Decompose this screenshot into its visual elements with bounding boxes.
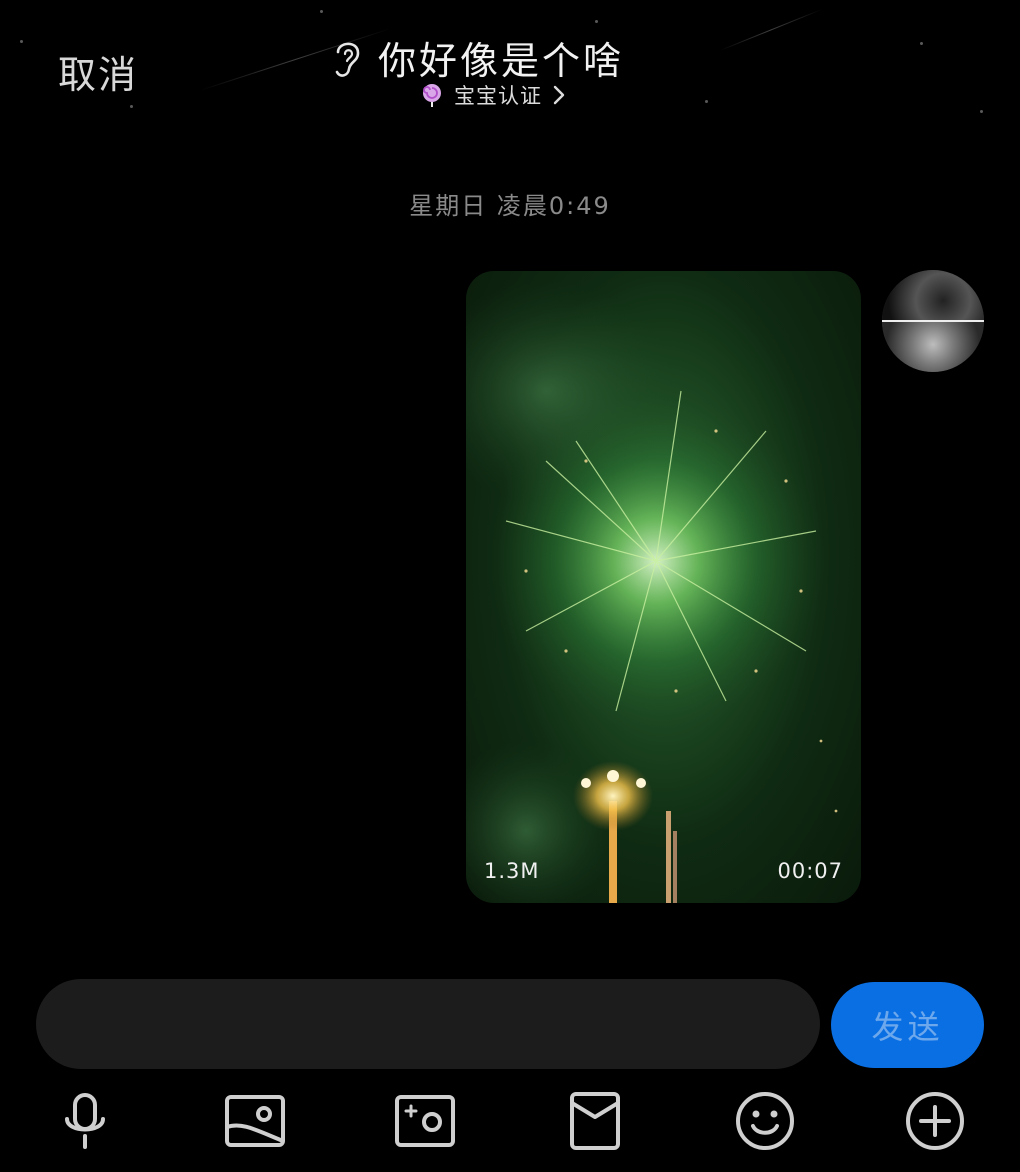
background-star — [20, 40, 23, 43]
avatar-image-bottom — [882, 322, 984, 372]
chat-title: 你好像是个啥 — [378, 39, 625, 83]
certification-link[interactable]: 宝宝认证 — [420, 80, 566, 110]
video-duration: 00:07 — [777, 859, 843, 883]
background-star — [595, 20, 598, 23]
message-input[interactable] — [36, 979, 820, 1069]
plus-icon[interactable] — [902, 1088, 968, 1154]
image-icon[interactable] — [222, 1088, 288, 1154]
background-star — [980, 110, 983, 113]
message-timestamp: 星期日 凌晨0:49 — [409, 192, 611, 220]
chat-title-group: 你好像是个啥 — [330, 30, 624, 85]
chat-screen: 取消 你好像是个啥 宝宝认证 星期日 凌晨0:49 1.3M 00:07 发送 — [0, 0, 1020, 1172]
lollipop-icon — [420, 83, 444, 107]
cancel-button[interactable]: 取消 — [58, 44, 138, 99]
ear-icon[interactable] — [330, 36, 364, 80]
background-star — [130, 105, 133, 108]
background-streak — [719, 8, 823, 51]
background-star — [320, 10, 323, 13]
video-message[interactable]: 1.3M 00:07 — [466, 271, 861, 903]
avatar-image-top — [882, 270, 984, 321]
background-star — [920, 42, 923, 45]
background-star — [705, 100, 708, 103]
microphone-icon[interactable] — [52, 1088, 118, 1154]
avatar[interactable] — [882, 270, 984, 372]
red-packet-icon[interactable] — [562, 1088, 628, 1154]
send-button[interactable]: 发送 — [831, 982, 984, 1068]
video-size: 1.3M — [484, 859, 540, 883]
emoji-icon[interactable] — [732, 1088, 798, 1154]
camera-icon[interactable] — [392, 1088, 458, 1154]
chevron-right-icon — [552, 84, 566, 106]
fireworks-thumbnail — [466, 281, 838, 903]
certification-label: 宝宝认证 — [454, 84, 542, 108]
